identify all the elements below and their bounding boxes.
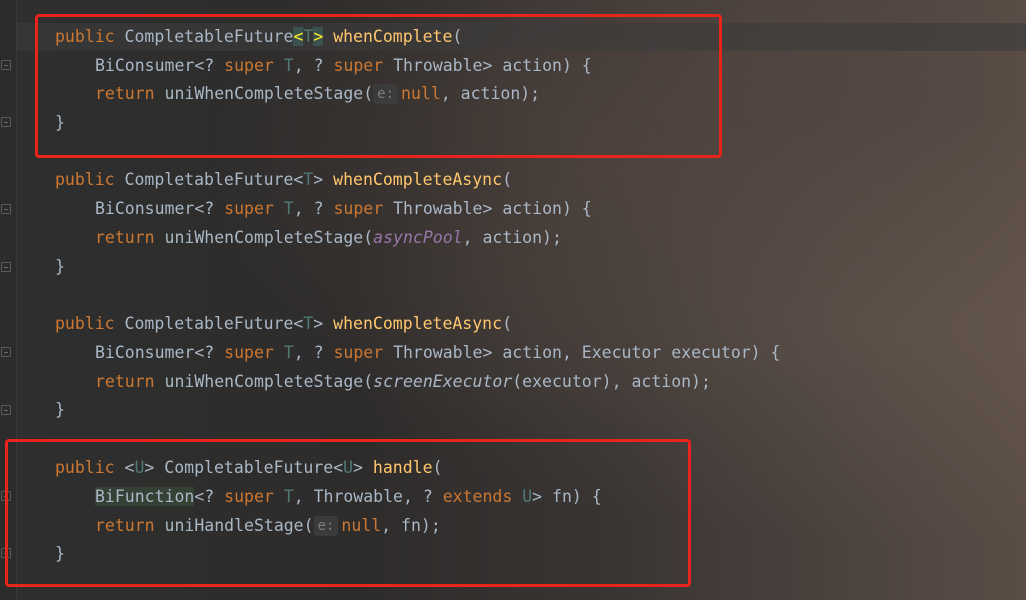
method-call: uniWhenCompleteStage(: [164, 372, 374, 391]
type-param: T: [303, 314, 314, 333]
fold-marker-icon[interactable]: [1, 204, 11, 214]
keyword: super: [333, 199, 384, 218]
keyword: return: [95, 372, 155, 391]
static-method-call: screenExecutor: [373, 372, 513, 391]
type-param: T: [303, 170, 314, 189]
code-text: (executor), action);: [512, 372, 711, 391]
method-name: whenCompleteAsync: [333, 314, 503, 333]
punctuation: }: [55, 257, 65, 276]
keyword: return: [95, 228, 155, 247]
fold-marker-icon[interactable]: [1, 117, 11, 127]
type-param: T: [283, 343, 294, 362]
punctuation: , ?: [293, 199, 324, 218]
type-param: T: [283, 199, 294, 218]
type-name: BiConsumer<?: [95, 343, 215, 362]
static-field: asyncPool: [373, 228, 463, 247]
keyword: super: [224, 343, 274, 362]
code-line[interactable]: return uniWhenCompleteStage(screenExecut…: [95, 368, 711, 396]
method-name: whenCompleteAsync: [333, 170, 503, 189]
code-text: Throwable> action, Executor executor) {: [393, 343, 781, 362]
keyword: public: [55, 314, 115, 333]
annotation-box-handle: [5, 439, 691, 587]
punctuation: (: [502, 314, 512, 333]
code-line[interactable]: public CompletableFuture<T> whenComplete…: [55, 166, 512, 194]
keyword: super: [224, 199, 274, 218]
punctuation: >: [313, 314, 324, 333]
fold-marker-icon[interactable]: [1, 347, 11, 357]
keyword: public: [55, 170, 115, 189]
punctuation: >: [313, 170, 324, 189]
method-call: uniWhenCompleteStage(: [164, 228, 374, 247]
code-text: Throwable> action) {: [393, 199, 592, 218]
code-line[interactable]: BiConsumer<? super T, ? super Throwable>…: [95, 195, 592, 223]
annotation-box-when-complete: [35, 14, 722, 158]
type-name: CompletableFuture<: [124, 314, 304, 333]
code-text: , action);: [462, 228, 562, 247]
type-name: CompletableFuture<: [124, 170, 304, 189]
type-name: BiConsumer<?: [95, 199, 215, 218]
keyword: super: [333, 343, 384, 362]
fold-marker-icon[interactable]: [1, 262, 11, 272]
code-line[interactable]: }: [55, 253, 65, 281]
code-editor[interactable]: public CompletableFuture<T> whenComplete…: [0, 0, 1026, 600]
punctuation: }: [55, 400, 65, 419]
code-line[interactable]: }: [55, 396, 65, 424]
fold-marker-icon[interactable]: [1, 60, 11, 70]
code-line[interactable]: public CompletableFuture<T> whenComplete…: [55, 310, 512, 338]
punctuation: (: [502, 170, 512, 189]
punctuation: , ?: [293, 343, 324, 362]
code-line[interactable]: BiConsumer<? super T, ? super Throwable>…: [95, 339, 780, 367]
fold-marker-icon[interactable]: [1, 405, 11, 415]
code-line[interactable]: return uniWhenCompleteStage(asyncPool, a…: [95, 224, 562, 252]
